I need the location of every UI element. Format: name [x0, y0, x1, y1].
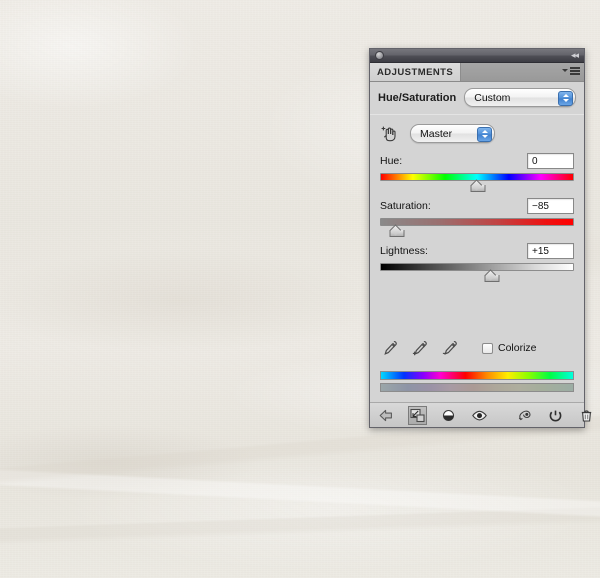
hue-slider-group: Hue: 0: [380, 153, 574, 192]
targeted-adjustment-hand-icon[interactable]: [380, 124, 399, 143]
clip-to-layer-button[interactable]: [408, 405, 427, 425]
adjustments-panel: ◂◂ ADJUSTMENTS Hue/Saturation Custom Mas…: [369, 48, 592, 428]
hue-slider-header: Hue: 0: [380, 153, 574, 169]
hue-slider-thumb[interactable]: [470, 182, 486, 192]
tab-adjustments-label: ADJUSTMENTS: [377, 66, 454, 78]
hue-spectrum-adjusted: [380, 383, 574, 392]
panel-menu-triangle-icon: [562, 69, 568, 73]
tab-adjustments[interactable]: ADJUSTMENTS: [370, 63, 462, 81]
lightness-gradient-track[interactable]: [380, 263, 574, 271]
saturation-slider-thumb[interactable]: [389, 227, 405, 237]
preset-dropdown[interactable]: Custom: [464, 88, 576, 107]
channel-dropdown-value: Master: [420, 127, 453, 140]
lightness-label: Lightness:: [380, 245, 428, 257]
saturation-slider-header: Saturation: −85: [380, 198, 574, 214]
saturation-value-input[interactable]: −85: [527, 198, 574, 214]
eyedropper-subtract-icon[interactable]: [442, 339, 458, 357]
spectrum-bars: [370, 357, 584, 392]
panel-body: Hue/Saturation Custom Master Hue: 0 Satu…: [370, 82, 584, 392]
panel-bottom-toolbar: [370, 402, 592, 427]
return-to-adjustment-list-button[interactable]: [378, 407, 395, 424]
delete-adjustment-button[interactable]: [578, 407, 595, 424]
panel-menu-icon[interactable]: [562, 67, 580, 75]
lightness-track-wrap[interactable]: [380, 263, 574, 282]
hue-spectrum-full: [380, 371, 574, 380]
adjustment-title: Hue/Saturation: [378, 91, 457, 104]
preset-stepper-icon[interactable]: [558, 90, 573, 106]
eyedropper-add-icon[interactable]: [412, 339, 428, 357]
lightness-slider-group: Lightness: +15: [380, 243, 574, 282]
saturation-track-wrap[interactable]: [380, 218, 574, 237]
lightness-value-input[interactable]: +15: [527, 243, 574, 259]
preset-row: Hue/Saturation Custom: [370, 82, 584, 114]
hue-track-wrap[interactable]: [380, 173, 574, 192]
toggle-layer-mask-button[interactable]: [440, 407, 457, 424]
preset-dropdown-value: Custom: [474, 91, 511, 104]
colorize-label: Colorize: [498, 342, 537, 354]
eyedropper-sample-icon[interactable]: [382, 339, 398, 357]
colorize-checkbox-box[interactable]: [482, 342, 493, 354]
channel-stepper-icon[interactable]: [477, 126, 492, 142]
lightness-slider-thumb[interactable]: [484, 272, 500, 282]
hue-label: Hue:: [380, 155, 403, 167]
slider-section: Hue: 0 Saturation: −85 Lightness: +15: [370, 151, 584, 282]
preview-previous-state-button[interactable]: [516, 407, 533, 424]
lightness-slider-header: Lightness: +15: [380, 243, 574, 259]
hue-value-input[interactable]: 0: [527, 153, 574, 169]
channel-row: Master: [370, 115, 584, 151]
saturation-gradient-track[interactable]: [380, 218, 574, 226]
window-dot-icon[interactable]: [375, 51, 384, 60]
panel-menu-lines-icon: [570, 67, 580, 75]
channel-dropdown[interactable]: Master: [410, 124, 495, 143]
colorize-checkbox[interactable]: Colorize: [482, 342, 537, 354]
saturation-label: Saturation:: [380, 200, 431, 212]
panel-tab-strip: ADJUSTMENTS: [370, 63, 584, 82]
tools-row: Colorize: [370, 329, 584, 357]
panel-title-bar[interactable]: ◂◂: [370, 49, 584, 63]
saturation-slider-group: Saturation: −85: [380, 198, 574, 237]
reset-adjustment-button[interactable]: [547, 407, 564, 424]
collapse-panel-icon[interactable]: ◂◂: [571, 51, 579, 60]
toggle-layer-visibility-button[interactable]: [471, 407, 488, 424]
